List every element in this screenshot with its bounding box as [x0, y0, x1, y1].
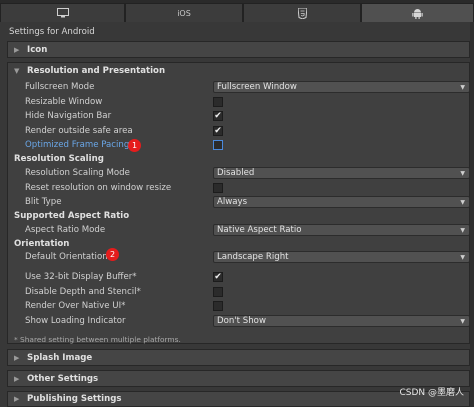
row-reset-on-resize: Reset resolution on window resize — [0, 181, 474, 195]
row-disable-depth: Disable Depth and Stencil* — [0, 285, 474, 299]
check-icon: ✔ — [214, 125, 222, 136]
foldout-publishing-label: Publishing Settings — [27, 394, 122, 404]
annotation-badge-1: 1 — [128, 139, 141, 152]
row-loading-indicator: Show Loading Indicator Don't Show ▼ — [0, 314, 474, 328]
check-icon: ✔ — [214, 271, 222, 282]
row-optimized-frame-pacing: Optimized Frame Pacing 1 — [0, 138, 474, 152]
chevron-down-icon: ▼ — [460, 227, 465, 234]
row-fullscreen-mode: Fullscreen Mode Fullscreen Window ▼ — [0, 80, 474, 94]
row-blit-type: Blit Type Always ▼ — [0, 195, 474, 209]
loading-indicator-label: Show Loading Indicator — [25, 316, 126, 326]
render-outside-safe-label: Render outside safe area — [25, 126, 133, 136]
android-icon — [412, 8, 423, 19]
blit-type-label: Blit Type — [25, 197, 62, 207]
foldout-resolution[interactable]: ▼ Resolution and Presentation — [7, 62, 470, 79]
reset-on-resize-checkbox[interactable] — [213, 183, 223, 193]
display-buffer-label: Use 32-bit Display Buffer* — [25, 272, 137, 282]
default-orientation-dropdown[interactable]: Landscape Right ▼ — [213, 251, 470, 263]
row-resizable-window: Resizable Window — [0, 95, 474, 109]
tab-android[interactable] — [361, 3, 474, 22]
blit-type-value: Always — [217, 197, 248, 207]
scaling-mode-value: Disabled — [217, 168, 255, 178]
fullscreen-mode-value: Fullscreen Window — [217, 82, 297, 92]
tab-ios[interactable]: iOS — [125, 3, 243, 22]
disable-depth-checkbox[interactable] — [213, 287, 223, 297]
chevron-down-icon: ▼ — [460, 254, 465, 261]
render-outside-safe-checkbox[interactable]: ✔ — [213, 126, 223, 136]
html5-icon — [297, 7, 307, 19]
scaling-mode-dropdown[interactable]: Disabled ▼ — [213, 167, 470, 179]
hide-nav-bar-checkbox[interactable]: ✔ — [213, 111, 223, 121]
expanded-arrow-icon: ▼ — [14, 67, 20, 75]
aspect-mode-label: Aspect Ratio Mode — [25, 225, 106, 235]
fullscreen-mode-label: Fullscreen Mode — [25, 82, 95, 92]
collapsed-arrow-icon: ▶ — [14, 374, 20, 383]
row-render-over-native: Render Over Native UI* — [0, 299, 474, 313]
reset-on-resize-label: Reset resolution on window resize — [25, 183, 172, 193]
collapsed-arrow-icon: ▶ — [14, 353, 20, 362]
resizable-window-checkbox[interactable] — [213, 97, 223, 107]
shared-setting-note: * Shared setting between multiple platfo… — [14, 335, 181, 344]
settings-title: Settings for Android — [9, 27, 95, 37]
row-default-orientation: Default Orientation 2 Landscape Right ▼ — [0, 248, 474, 264]
row-aspect-header: Supported Aspect Ratio — [0, 209, 474, 223]
foldout-resolution-label: Resolution and Presentation — [27, 66, 166, 76]
foldout-icon[interactable]: ▶ Icon — [7, 41, 470, 58]
row-orientation-header: Orientation — [0, 237, 474, 251]
row-hide-nav-bar: Hide Navigation Bar ✔ — [0, 109, 474, 123]
check-icon: ✔ — [214, 110, 222, 121]
blit-type-dropdown[interactable]: Always ▼ — [213, 196, 470, 208]
csdn-watermark: CSDN @墨磨人 — [399, 388, 464, 398]
scaling-mode-label: Resolution Scaling Mode — [25, 168, 130, 178]
tab-standalone[interactable] — [0, 3, 125, 22]
platform-tabs: iOS — [0, 0, 474, 22]
render-over-native-checkbox[interactable] — [213, 301, 223, 311]
disable-depth-label: Disable Depth and Stencil* — [25, 287, 141, 297]
fullscreen-mode-dropdown[interactable]: Fullscreen Window ▼ — [213, 81, 470, 93]
tab-webgl[interactable] — [243, 3, 361, 22]
chevron-down-icon: ▼ — [460, 199, 465, 206]
orientation-header: Orientation — [14, 239, 70, 249]
foldout-splash[interactable]: ▶ Splash Image — [7, 349, 470, 366]
chevron-down-icon: ▼ — [460, 318, 465, 325]
resizable-window-label: Resizable Window — [25, 97, 103, 107]
row-render-outside-safe: Render outside safe area ✔ — [0, 124, 474, 138]
loading-indicator-value: Don't Show — [217, 316, 266, 326]
annotation-badge-2: 2 — [106, 248, 119, 261]
aspect-mode-value: Native Aspect Ratio — [217, 225, 302, 235]
row-scaling-mode: Resolution Scaling Mode Disabled ▼ — [0, 166, 474, 180]
render-over-native-label: Render Over Native UI* — [25, 301, 126, 311]
collapsed-arrow-icon: ▶ — [14, 395, 20, 403]
tab-ios-label: iOS — [177, 8, 191, 18]
display-buffer-checkbox[interactable]: ✔ — [213, 272, 223, 282]
scrollbar[interactable] — [470, 22, 474, 407]
default-orientation-value: Landscape Right — [217, 252, 289, 262]
monitor-icon — [56, 8, 69, 18]
row-display-buffer: Use 32-bit Display Buffer* ✔ — [0, 270, 474, 284]
optimized-frame-pacing-label[interactable]: Optimized Frame Pacing — [25, 140, 129, 150]
foldout-other-label: Other Settings — [27, 373, 99, 384]
default-orientation-label: Default Orientation — [25, 252, 108, 262]
resolution-scaling-header: Resolution Scaling — [14, 154, 104, 164]
foldout-splash-label: Splash Image — [27, 352, 93, 363]
collapsed-arrow-icon: ▶ — [14, 45, 20, 54]
chevron-down-icon: ▼ — [460, 84, 465, 91]
loading-indicator-dropdown[interactable]: Don't Show ▼ — [213, 315, 470, 327]
optimized-frame-pacing-checkbox[interactable] — [213, 140, 223, 150]
row-scaling-header: Resolution Scaling — [0, 152, 474, 166]
aspect-ratio-header: Supported Aspect Ratio — [14, 211, 130, 221]
row-aspect-mode: Aspect Ratio Mode Native Aspect Ratio ▼ — [0, 223, 474, 237]
aspect-mode-dropdown[interactable]: Native Aspect Ratio ▼ — [213, 224, 470, 236]
foldout-icon-label: Icon — [27, 44, 48, 55]
chevron-down-icon: ▼ — [460, 170, 465, 177]
hide-nav-bar-label: Hide Navigation Bar — [25, 111, 112, 121]
